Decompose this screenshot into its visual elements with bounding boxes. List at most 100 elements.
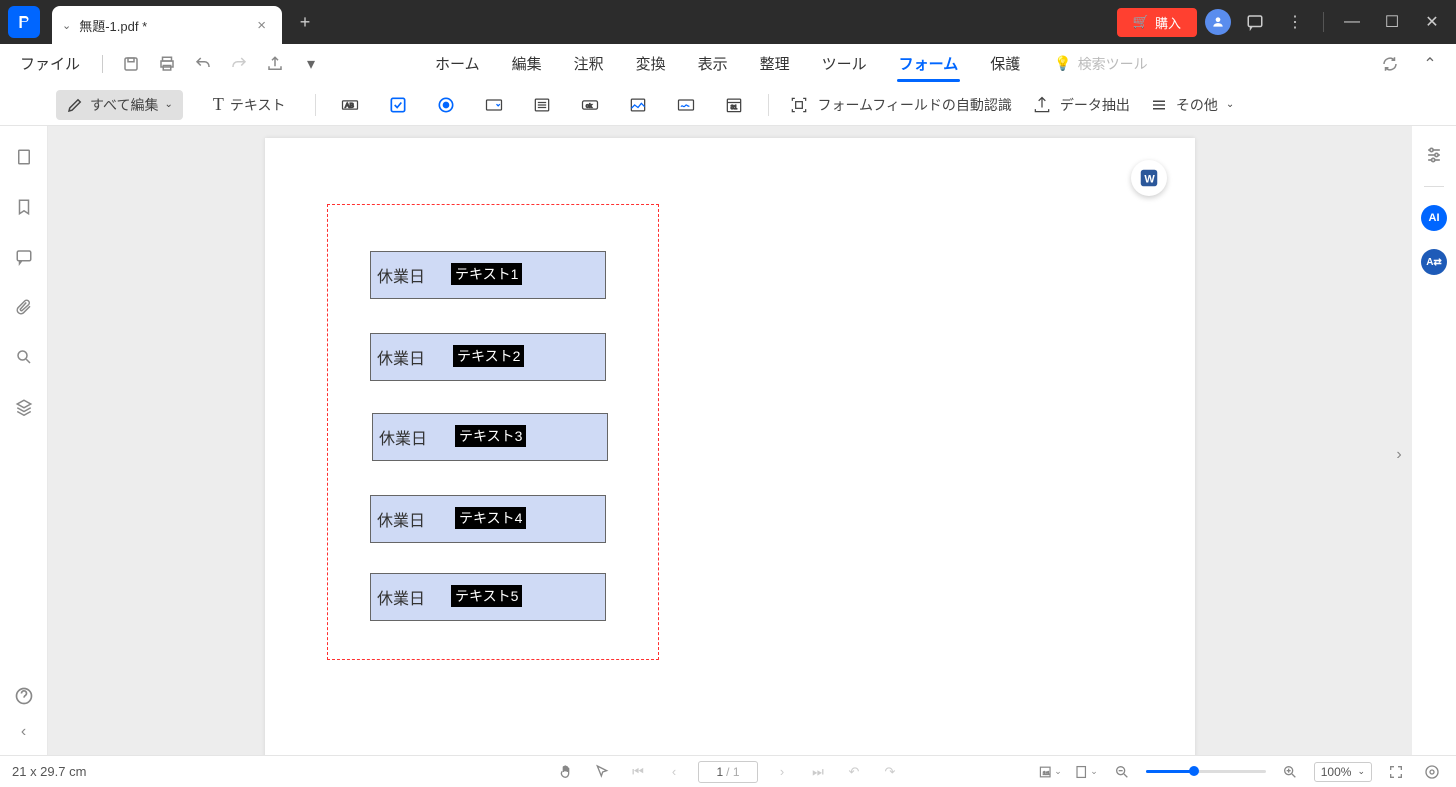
separator <box>768 94 769 116</box>
right-panel: AI A⇄ <box>1412 126 1456 755</box>
tab-保護[interactable]: 保護 <box>988 47 1022 80</box>
text-tool-button[interactable]: T テキスト <box>203 89 296 120</box>
listbox-field-icon[interactable] <box>528 91 556 119</box>
tab-整理[interactable]: 整理 <box>758 47 792 80</box>
search-tools[interactable]: 💡 検索ツール <box>1054 54 1147 74</box>
zoom-out-icon[interactable] <box>1110 760 1134 784</box>
properties-icon[interactable] <box>1421 142 1447 168</box>
separator <box>102 55 103 73</box>
select-tool-icon[interactable] <box>590 760 614 784</box>
share-icon[interactable] <box>261 50 289 78</box>
translate-icon[interactable]: A⇄ <box>1421 249 1447 275</box>
upload-icon <box>1032 95 1052 115</box>
save-icon[interactable] <box>117 50 145 78</box>
left-panel: ‹ <box>0 126 48 755</box>
field-name-badge: テキスト3 <box>455 425 526 447</box>
tab-変換[interactable]: 変換 <box>634 47 668 80</box>
fullscreen-icon[interactable] <box>1384 760 1408 784</box>
edit-all-button[interactable]: すべて編集 ⌄ <box>56 90 183 120</box>
zoom-in-icon[interactable] <box>1278 760 1302 784</box>
hand-tool-icon[interactable] <box>554 760 578 784</box>
collapse-ribbon-icon[interactable]: ⌃ <box>1416 50 1444 78</box>
fit-page-icon[interactable]: 1:1⌄ <box>1038 760 1062 784</box>
field-label: 休業日 <box>377 263 425 287</box>
tab-注釈[interactable]: 注釈 <box>572 47 606 80</box>
page-input[interactable]: 1 / 1 <box>698 761 758 783</box>
field-name-badge: テキスト4 <box>455 507 526 529</box>
extract-data-button[interactable]: データ抽出 <box>1032 95 1130 115</box>
pdf-page[interactable]: 休業日テキスト1休業日テキスト2休業日テキスト3休業日テキスト4休業日テキスト5… <box>265 138 1195 755</box>
rotate-right-icon[interactable]: ↷ <box>878 760 902 784</box>
first-page-icon[interactable]: ⏮ <box>626 760 650 784</box>
button-field-icon[interactable]: ok <box>576 91 604 119</box>
page-dimensions: 21 x 29.7 cm <box>12 764 86 779</box>
search-panel-icon[interactable] <box>13 346 35 368</box>
auto-recognize-button[interactable]: フォームフィールドの自動認識 <box>789 95 1011 115</box>
undo-icon[interactable] <box>189 50 217 78</box>
user-icon[interactable] <box>1205 9 1231 35</box>
attachments-icon[interactable] <box>13 296 35 318</box>
signature-field-icon[interactable] <box>672 91 700 119</box>
minimize-icon[interactable]: — <box>1336 6 1368 38</box>
zoom-thumb[interactable] <box>1189 766 1199 776</box>
logo-icon <box>15 13 33 31</box>
sync-icon[interactable] <box>1376 50 1404 78</box>
ai-icon[interactable]: AI <box>1421 205 1447 231</box>
titlebar: ⌄ 無題-1.pdf * × + 🛒 購入 ⋮ — ☐ ✕ <box>0 0 1456 44</box>
buy-label: 購入 <box>1155 13 1181 32</box>
svg-text:31: 31 <box>731 105 737 111</box>
last-page-icon[interactable]: ⏭ <box>806 760 830 784</box>
word-export-icon[interactable]: W <box>1131 160 1167 196</box>
prev-page-icon[interactable]: ‹ <box>662 760 686 784</box>
maximize-icon[interactable]: ☐ <box>1376 6 1408 38</box>
tab-フォーム[interactable]: フォーム <box>897 47 961 80</box>
lightbulb-icon: 💡 <box>1054 55 1071 72</box>
scroll-right-icon[interactable]: › <box>1390 441 1408 469</box>
add-tab-button[interactable]: + <box>290 7 320 37</box>
zoom-value-dropdown[interactable]: 100% ⌄ <box>1314 762 1372 782</box>
main-tabs: ホーム編集注釈変換表示整理ツールフォーム保護 <box>433 47 1022 80</box>
tab-表示[interactable]: 表示 <box>696 47 730 80</box>
rotate-left-icon[interactable]: ↶ <box>842 760 866 784</box>
redo-icon[interactable] <box>225 50 253 78</box>
checkbox-field-icon[interactable] <box>384 91 412 119</box>
bookmarks-icon[interactable] <box>13 196 35 218</box>
field-label: 休業日 <box>379 425 427 449</box>
close-tab-icon[interactable]: × <box>257 17 266 34</box>
qat-dropdown-icon[interactable]: ▾ <box>297 50 325 78</box>
field-label: 休業日 <box>377 345 425 369</box>
comments-icon[interactable] <box>13 246 35 268</box>
view-mode-icon[interactable]: ⌄ <box>1074 760 1098 784</box>
file-menu[interactable]: ファイル <box>12 49 88 78</box>
zoom-slider[interactable] <box>1146 770 1266 773</box>
svg-text:W: W <box>1144 174 1155 186</box>
buy-button[interactable]: 🛒 購入 <box>1117 8 1197 37</box>
search-placeholder: 検索ツール <box>1078 54 1148 74</box>
tab-title: 無題-1.pdf * <box>79 16 147 35</box>
date-field-icon[interactable]: 31 <box>720 91 748 119</box>
page-total: / 1 <box>726 765 739 779</box>
canvas-area[interactable]: 休業日テキスト1休業日テキスト2休業日テキスト3休業日テキスト4休業日テキスト5… <box>48 126 1412 755</box>
cart-icon: 🛒 <box>1133 14 1149 30</box>
feedback-icon[interactable] <box>1239 6 1271 38</box>
next-page-icon[interactable]: › <box>770 760 794 784</box>
separator <box>1323 12 1324 32</box>
more-menu-icon[interactable]: ⋮ <box>1279 6 1311 38</box>
thumbnails-icon[interactable] <box>13 146 35 168</box>
help-icon[interactable] <box>13 685 35 707</box>
image-field-icon[interactable] <box>624 91 652 119</box>
statusbar: 21 x 29.7 cm ⏮ ‹ 1 / 1 › ⏭ ↶ ↷ 1:1⌄ ⌄ 10… <box>0 755 1456 787</box>
document-tab[interactable]: ⌄ 無題-1.pdf * × <box>52 6 282 44</box>
tab-編集[interactable]: 編集 <box>510 47 544 80</box>
close-window-icon[interactable]: ✕ <box>1416 6 1448 38</box>
more-tools-button[interactable]: その他 ⌄ <box>1150 95 1234 115</box>
print-icon[interactable] <box>153 50 181 78</box>
tab-ホーム[interactable]: ホーム <box>433 47 482 80</box>
text-field-icon[interactable]: AB <box>336 91 364 119</box>
reading-mode-icon[interactable] <box>1420 760 1444 784</box>
dropdown-field-icon[interactable] <box>480 91 508 119</box>
layers-icon[interactable] <box>13 396 35 418</box>
collapse-left-icon[interactable]: ‹ <box>13 721 35 743</box>
tab-ツール[interactable]: ツール <box>820 47 869 80</box>
radio-field-icon[interactable] <box>432 91 460 119</box>
